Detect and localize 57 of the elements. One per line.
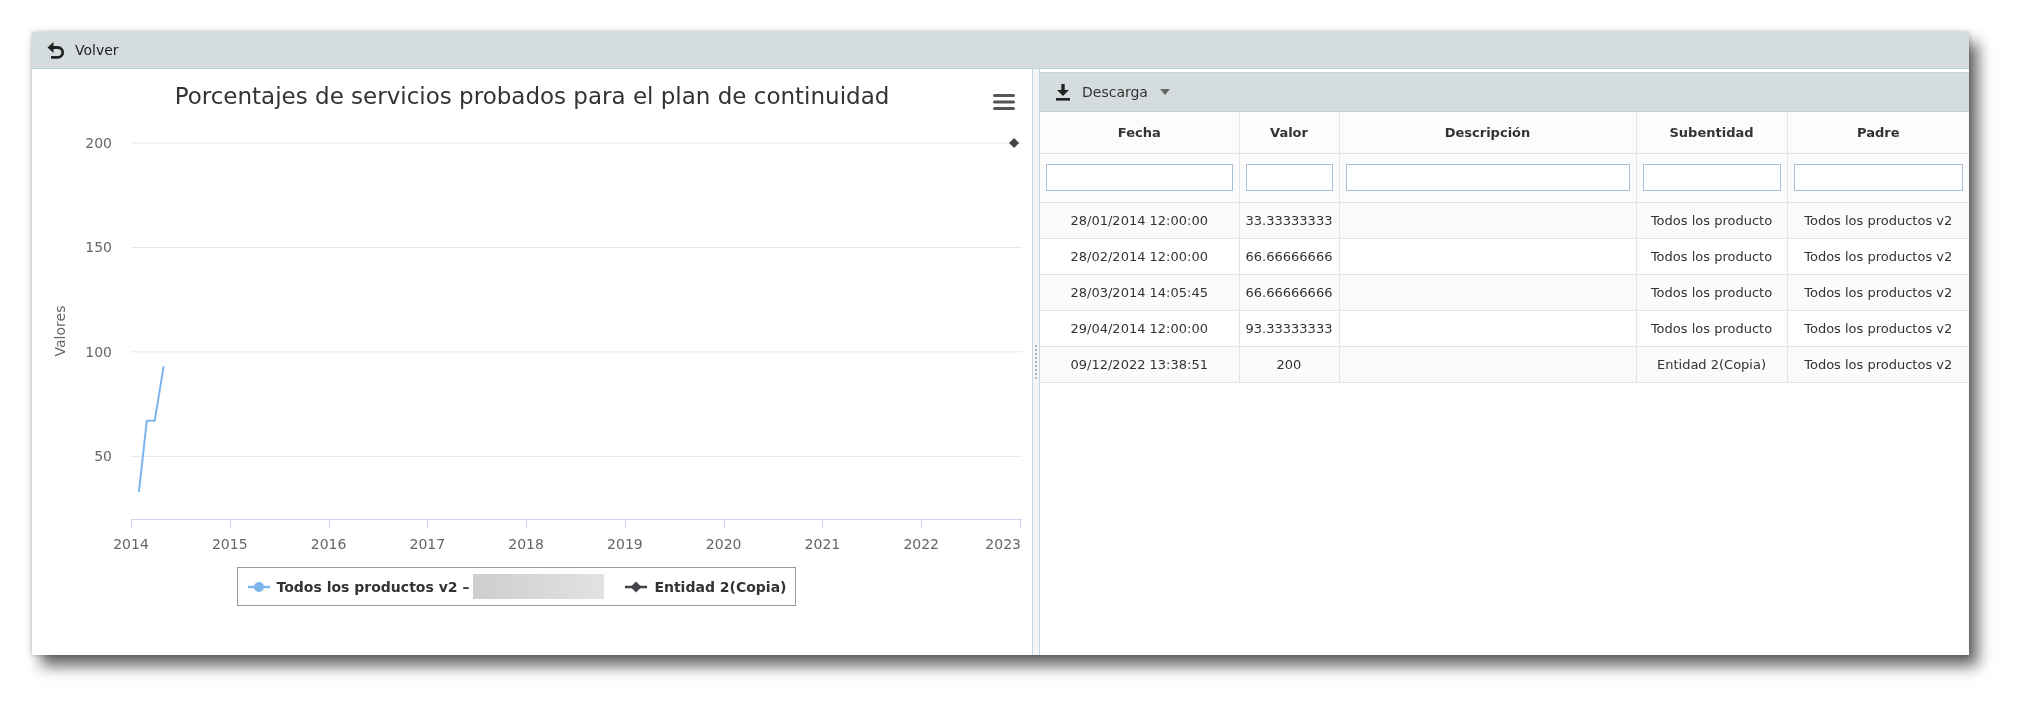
table-cell: Entidad 2(Copia) <box>1656 356 1766 372</box>
x-tick-label: 2015 <box>211 536 248 552</box>
table-cell: Todos los productos v2 <box>1804 356 1953 372</box>
chart-menu-button[interactable] <box>992 93 1016 111</box>
table-cell: Todos los productos v2 <box>1804 248 1953 264</box>
column-header[interactable]: Padre <box>1787 112 1969 153</box>
caret-icon <box>1159 89 1170 95</box>
table-cell: 28/03/2014 14:05:45 <box>1070 284 1208 300</box>
filter-field[interactable] <box>1046 164 1233 191</box>
x-tick-label: 2014 <box>113 536 149 552</box>
filter-field[interactable] <box>1345 164 1630 191</box>
table-cell: 66.66666666 <box>1245 284 1333 300</box>
x-tick-label: 2016 <box>310 536 347 552</box>
x-tick-label: 2018 <box>508 536 544 552</box>
y-tick-label: 150 <box>85 239 112 256</box>
x-tick-label: 2019 <box>607 536 643 552</box>
table-cell: 28/02/2014 12:00:00 <box>1070 248 1208 264</box>
legend-item[interactable]: Todos los productos v2 – <box>247 578 470 595</box>
table-cell: 09/12/2022 13:38:51 <box>1070 356 1208 372</box>
table-cell: Todos los producto <box>1650 212 1773 228</box>
legend-label: Entidad 2(Copia) <box>654 578 787 595</box>
table-cell: 28/01/2014 12:00:00 <box>1070 212 1208 228</box>
undo-icon <box>47 41 65 59</box>
menu-icon <box>992 93 1016 111</box>
download-icon <box>1054 83 1072 101</box>
x-tick-label: 2017 <box>409 536 446 552</box>
table-cell: Todos los productos v2 <box>1804 320 1953 336</box>
x-tick-label: 2022 <box>903 536 940 552</box>
column-header[interactable]: Subentidad <box>1636 112 1787 153</box>
table-cell: 200 <box>1276 356 1302 372</box>
filter-field[interactable] <box>1642 164 1781 191</box>
x-tick-label: 2020 <box>705 536 742 552</box>
table-cell: 66.66666666 <box>1245 248 1333 264</box>
column-header[interactable]: Descripción <box>1339 112 1636 153</box>
y-tick-label: 50 <box>94 448 112 465</box>
panel-splitter[interactable] <box>1032 69 1040 655</box>
back-button[interactable]: Volver <box>44 39 122 61</box>
table-cell: Todos los productos v2 <box>1804 212 1953 228</box>
table-cell: Todos los producto <box>1650 284 1773 300</box>
legend-item[interactable]: Entidad 2(Copia) <box>625 578 787 595</box>
column-header[interactable]: Fecha <box>1040 112 1239 153</box>
table-cell: Todos los productos v2 <box>1804 284 1953 300</box>
column-header[interactable]: Valor <box>1239 112 1339 153</box>
table-cell: 93.33333333 <box>1245 320 1333 336</box>
filter-field[interactable] <box>1245 164 1333 191</box>
y-tick-label: 200 <box>85 135 112 151</box>
table-cell: 29/04/2014 12:00:00 <box>1070 320 1208 336</box>
x-tick-label: 2021 <box>804 536 841 552</box>
table-cell: 33.33333333 <box>1245 212 1333 228</box>
filter-field[interactable] <box>1793 164 1963 191</box>
download-menu-button[interactable]: Descarga <box>1052 81 1172 103</box>
table-cell: Todos los producto <box>1650 248 1773 264</box>
table-cell: Todos los producto <box>1650 320 1773 336</box>
y-axis-title: Valores <box>52 305 68 357</box>
y-tick-label: 100 <box>85 343 112 360</box>
chart-title: Porcentajes de servicios probados para el plan de continuidad <box>174 82 890 110</box>
x-tick-label: 2023 <box>985 536 1021 552</box>
